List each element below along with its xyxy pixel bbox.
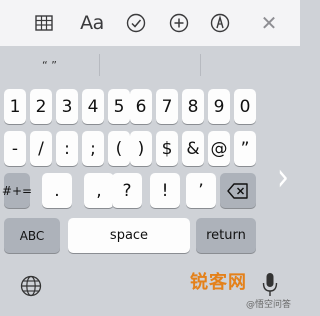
key-slash[interactable]: /: [30, 131, 52, 166]
key-9[interactable]: 9: [208, 89, 230, 124]
delete-key[interactable]: [220, 173, 256, 208]
key-close-paren[interactable]: ): [130, 131, 152, 166]
key-2[interactable]: 2: [30, 89, 52, 124]
add-icon[interactable]: [168, 12, 190, 34]
text-format-button[interactable]: Aa: [78, 12, 106, 34]
space-key[interactable]: space: [68, 218, 190, 253]
key-3[interactable]: 3: [56, 89, 78, 124]
key-0[interactable]: 0: [234, 89, 256, 124]
microphone-icon[interactable]: [262, 272, 278, 302]
key-period[interactable]: .: [42, 173, 72, 208]
key-ampersand[interactable]: &: [182, 131, 204, 166]
key-8[interactable]: 8: [182, 89, 204, 124]
key-4[interactable]: 4: [82, 89, 104, 124]
key-at[interactable]: @: [208, 131, 230, 166]
editor-toolbar: Aa ✕: [0, 0, 300, 46]
backspace-icon: [227, 182, 248, 199]
table-icon[interactable]: [33, 12, 55, 34]
watermark-logo: 锐客网: [190, 272, 247, 293]
key-quote[interactable]: ”: [234, 131, 256, 166]
suggestion-item[interactable]: [100, 46, 200, 84]
key-1[interactable]: 1: [4, 89, 26, 124]
suggestion-item[interactable]: “ ”: [0, 46, 99, 84]
key-7[interactable]: 7: [156, 89, 178, 124]
key-semicolon[interactable]: ;: [82, 131, 104, 166]
key-question[interactable]: ?: [112, 173, 142, 208]
key-apostrophe[interactable]: ’: [186, 173, 216, 208]
symbols-key[interactable]: #+=: [2, 173, 32, 208]
key-open-paren[interactable]: (: [108, 131, 130, 166]
abc-key[interactable]: ABC: [4, 218, 60, 253]
globe-icon[interactable]: [20, 275, 42, 301]
close-icon[interactable]: ✕: [258, 11, 280, 35]
key-6[interactable]: 6: [130, 89, 152, 124]
key-comma[interactable]: ,: [84, 173, 114, 208]
suggestion-item[interactable]: [201, 46, 300, 84]
key-exclamation[interactable]: !: [150, 173, 180, 208]
key-hyphen[interactable]: -: [4, 131, 26, 166]
markup-pen-icon[interactable]: [209, 12, 231, 34]
key-colon[interactable]: :: [56, 131, 78, 166]
suggestion-bar: “ ”: [0, 46, 300, 84]
return-key[interactable]: return: [196, 218, 256, 253]
next-chevron-icon[interactable]: ›: [277, 155, 289, 201]
checklist-icon[interactable]: [125, 12, 147, 34]
key-dollar[interactable]: $: [156, 131, 178, 166]
key-5[interactable]: 5: [108, 89, 130, 124]
